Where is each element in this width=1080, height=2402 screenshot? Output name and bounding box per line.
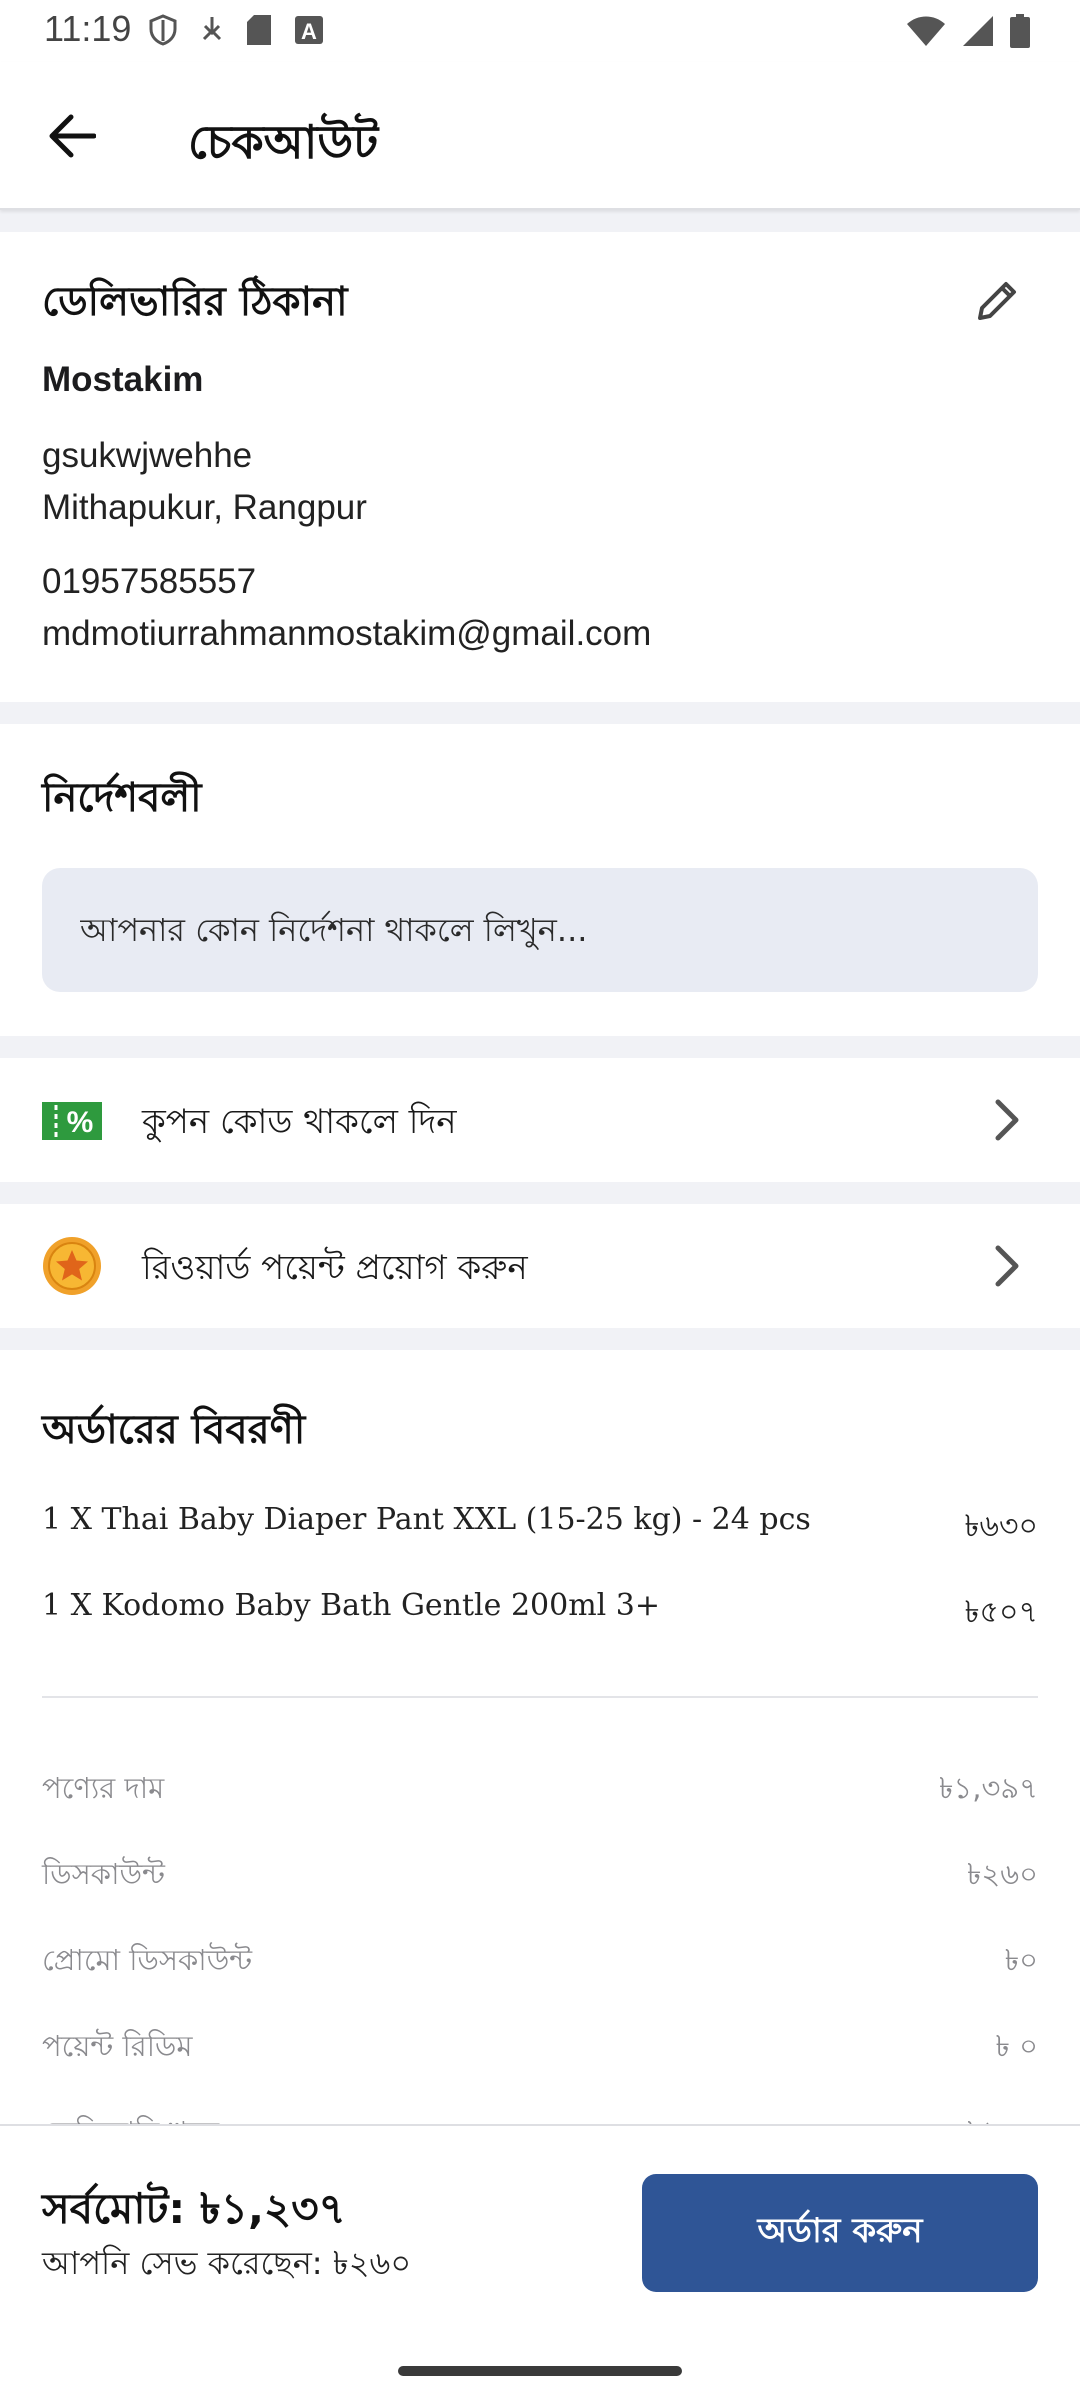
delivery-address-card: ডেলিভারির ঠিকানা Mostakim gsukwjwehhe Mi… [0,232,1080,702]
back-button[interactable] [42,106,102,166]
summary-label-discount: ডিসকাউন্ট [42,1857,165,1891]
status-bar: 11:19 A [0,0,1080,62]
app-bar: চেকআউট [0,62,1080,210]
chevron-right-icon [995,1099,1019,1141]
delivery-address-title: ডেলিভারির ঠিকানা [42,279,348,325]
checkout-bottom-bar: সর্বমোট: ৳১,২৩৭ আপনি সেভ করেছেন: ৳২৬০ অর… [0,2124,1080,2402]
summary-value-product-price: ৳১,৩৯৭ [938,1771,1038,1805]
page-title: চেকআউট [188,115,379,169]
order-item: 1 X Kodomo Baby Bath Gentle 200ml 3+ [42,1588,661,1623]
svg-text:%: % [67,1106,94,1139]
sd-card-icon [247,15,271,45]
summary-label-point-redeem: পয়েন্ট রিডিম [42,2029,193,2063]
instructions-input[interactable] [42,868,1038,992]
recipient-name: Mostakim [42,360,204,399]
address-line-1: gsukwjwehhe [42,436,253,475]
wifi-icon [907,16,945,46]
instructions-title: নির্দেশবলী [42,775,202,821]
chevron-right-icon [995,1245,1019,1287]
phone-number: 01957585557 [42,562,257,601]
battery-icon [1010,14,1030,48]
edit-pencil-icon [978,282,1016,320]
grand-total: সর্বমোট: ৳১,২৩৭ [42,2184,346,2233]
status-icons-left: A [148,14,324,46]
home-indicator[interactable] [398,2366,682,2376]
order-item-price: ৳৫০৭ [964,1595,1038,1630]
back-arrow-icon [49,114,96,158]
edit-address-button[interactable] [968,270,1028,330]
shield-icon [149,14,177,46]
summary-value-discount: ৳২৬০ [966,1857,1038,1891]
summary-label-promo-discount: প্রোমো ডিসকাউন্ট [42,1943,253,1977]
summary-label-product-price: পণ্যের দাম [42,1771,165,1805]
address-line-2: Mithapukur, Rangpur [42,488,367,527]
coupon-row[interactable]: % কুপন কোড থাকলে দিন [0,1058,1080,1182]
reward-star-icon [43,1237,101,1295]
coupon-label: কুপন কোড থাকলে দিন [142,1102,457,1142]
instructions-card: নির্দেশবলী [0,724,1080,1036]
summary-value-promo-discount: ৳০ [1004,1943,1038,1977]
order-item-price: ৳৬৩০ [964,1509,1038,1544]
coupon-percent-icon: % [42,1102,102,1140]
order-item: 1 X Thai Baby Diaper Pant XXL (15-25 kg)… [42,1502,811,1537]
savings-text: আপনি সেভ করেছেন: ৳২৬০ [42,2244,412,2282]
download-icon [202,17,222,41]
signal-icon [963,16,993,46]
status-icons-right [906,14,1030,48]
divider [42,1696,1038,1698]
status-time: 11:19 [44,8,132,49]
a-box-icon: A [295,16,323,44]
reward-points-row[interactable]: রিওয়ার্ড পয়েন্ট প্রয়োগ করুন [0,1204,1080,1328]
email-address: mdmotiurrahmanmostakim@gmail.com [42,614,652,653]
place-order-button[interactable]: অর্ডার করুন [642,2174,1038,2292]
svg-text:A: A [301,19,317,44]
order-details-title: অর্ডারের বিবরণী [42,1407,306,1453]
reward-label: রিওয়ার্ড পয়েন্ট প্রয়োগ করুন [142,1248,528,1288]
summary-value-point-redeem: ৳ ০ [995,2029,1038,2063]
